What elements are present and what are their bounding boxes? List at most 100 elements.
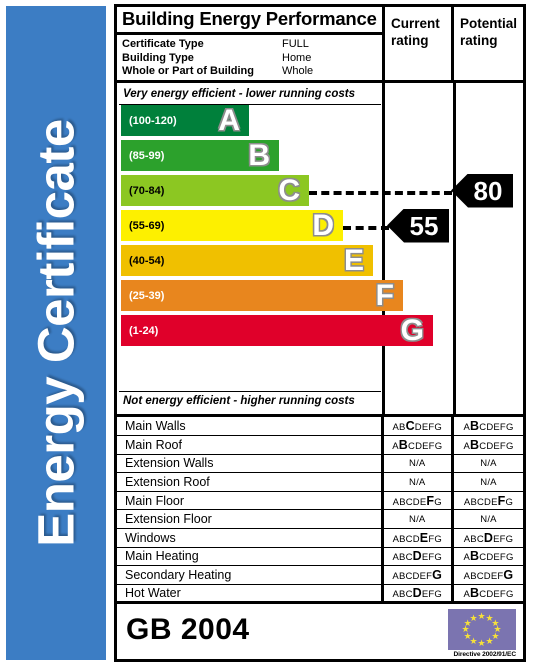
certificate-meta: Certificate Type FULL Building Type Home… — [117, 35, 382, 79]
rating-letter: G — [505, 496, 514, 508]
band-letter: F — [375, 278, 394, 312]
rating-na: N/A — [480, 513, 497, 525]
rating-letter: D — [412, 571, 420, 583]
country-year: GB 2004 — [126, 613, 250, 647]
table-row: Main Floor ABCDEFG ABCDEFG — [117, 491, 523, 511]
rating-band-d: (55-69) D — [121, 210, 343, 241]
rating-letter: G — [434, 552, 443, 564]
band-letter: G — [400, 313, 424, 347]
element-current-rating: ABCDEFG — [382, 547, 454, 567]
column-header-current-line2: rating — [391, 33, 429, 48]
rating-letter: C — [476, 571, 484, 583]
rating-active-letter: B — [470, 549, 480, 564]
rating-active-letter: F — [497, 493, 506, 508]
rating-active-letter: G — [432, 568, 443, 583]
table-row: Secondary Heating ABCDEFG ABCDEFG — [117, 565, 523, 585]
element-name: Main Floor — [117, 491, 384, 511]
elements-table: Main Walls ABCDEFG ABCDEFG Main Roof ABCDEFG… — [117, 417, 523, 605]
element-current-rating: ABCDEFG — [382, 565, 454, 585]
rating-letter: G — [505, 422, 514, 434]
header: Building Energy Performance Certificate … — [117, 7, 523, 83]
element-current-rating: ABCDEFG — [382, 491, 454, 511]
meta-value: Home — [282, 51, 312, 64]
rating-active-letter: D — [483, 530, 494, 545]
rating-band-f: (25-39) F — [121, 280, 403, 311]
rating-letter: C — [405, 533, 413, 545]
column-header-current: Current rating — [385, 7, 454, 80]
directive-label: Directive 2002/91/EC — [453, 651, 516, 659]
meta-row: Certificate Type FULL — [122, 38, 382, 52]
table-row: Main Roof ABCDEFG ABCDEFG — [117, 435, 523, 455]
rating-active-letter: C — [405, 419, 415, 434]
band-range-label: (40-54) — [129, 254, 165, 267]
chart-bottom-note: Not energy efficient - higher running co… — [123, 395, 355, 407]
potential-leader-line — [309, 190, 452, 195]
table-row: Windows ABCDEFG ABCDEFG — [117, 528, 523, 548]
rating-letter: G — [434, 533, 442, 545]
chart-potential-column — [456, 83, 524, 414]
rating-letter: D — [412, 496, 420, 508]
element-potential-rating: ABCDEFG — [452, 584, 523, 605]
current-leader-line — [343, 225, 389, 230]
sidebar-spine: Energy Certificate — [6, 6, 106, 660]
element-current-rating: ABCDEFG — [382, 417, 454, 437]
meta-row: Building Type Home — [122, 52, 382, 66]
rating-active-letter: B — [470, 586, 480, 601]
band-letter: E — [343, 243, 364, 277]
element-current-rating: ABCDEFG — [382, 584, 454, 605]
band-range-label: (25-39) — [129, 289, 165, 302]
rating-letter: D — [483, 571, 491, 583]
meta-value: FULL — [282, 38, 309, 50]
rating-letter: G — [434, 589, 443, 601]
element-name: Extension Walls — [117, 454, 384, 474]
meta-value: Whole — [282, 65, 314, 77]
element-name: Secondary Heating — [117, 565, 384, 585]
rating-letter: D — [414, 422, 422, 434]
element-potential-rating: ABCDEFG — [452, 417, 523, 437]
meta-key: Certificate Type — [122, 38, 204, 50]
energy-certificate: Energy Certificate Building Energy Perfo… — [0, 0, 534, 666]
rating-active-letter: D — [412, 549, 422, 564]
band-letter: C — [278, 173, 300, 207]
table-row: Main Heating ABCDEFG ABCDEFG — [117, 547, 523, 567]
band-range-label: (85-99) — [129, 149, 165, 162]
sidebar-title: Energy Certificate — [27, 119, 85, 547]
band-letter: B — [248, 138, 270, 172]
element-name: Extension Floor — [117, 509, 384, 530]
element-potential-rating: N/A — [452, 454, 523, 474]
element-potential-rating: N/A — [452, 472, 523, 492]
rating-letter: G — [505, 440, 514, 452]
band-range-label: (55-69) — [129, 219, 165, 232]
table-row: Hot Water ABCDEFG ABCDEFG — [117, 584, 523, 605]
rating-band-a: (100-120) A — [121, 105, 249, 136]
rating-letter: C — [408, 440, 416, 452]
rating-letter: C — [405, 571, 413, 583]
element-name: Main Walls — [117, 417, 384, 437]
element-potential-rating: ABCDEFG — [452, 435, 523, 455]
rating-active-letter: D — [412, 586, 422, 601]
table-row: Extension Walls N/A N/A — [117, 454, 523, 474]
rating-letter: C — [405, 552, 413, 564]
band-letter: D — [312, 208, 334, 242]
rating-active-letter: B — [470, 437, 480, 452]
rating-band-b: (85-99) B — [121, 140, 279, 171]
rating-letter: C — [405, 496, 413, 508]
element-potential-rating: ABCDEFG — [452, 565, 523, 585]
eu-star-icon: ★ — [485, 636, 494, 647]
rating-letter: G — [434, 440, 443, 452]
footer: GB 2004 ★ ★ ★ ★ ★ ★ ★ ★ ★ ★ ★ ★ Directive 2002/91/E… — [117, 604, 523, 665]
table-row: Main Walls ABCDEFG ABCDEFG — [117, 417, 523, 437]
element-name: Windows — [117, 528, 384, 548]
element-current-rating: ABCDEFG — [382, 528, 454, 548]
column-header-potential-line2: rating — [460, 33, 498, 48]
rating-letter: C — [476, 496, 485, 508]
element-current-rating: N/A — [382, 472, 454, 492]
table-row: Extension Roof N/A N/A — [117, 472, 523, 492]
element-name: Hot Water — [117, 584, 384, 605]
element-current-rating: N/A — [382, 509, 454, 530]
rating-na: N/A — [409, 513, 426, 525]
meta-key: Building Type — [122, 51, 194, 64]
element-current-rating: N/A — [382, 454, 454, 474]
element-potential-rating: ABCDEFG — [452, 491, 523, 511]
rating-letter: G — [434, 422, 443, 434]
